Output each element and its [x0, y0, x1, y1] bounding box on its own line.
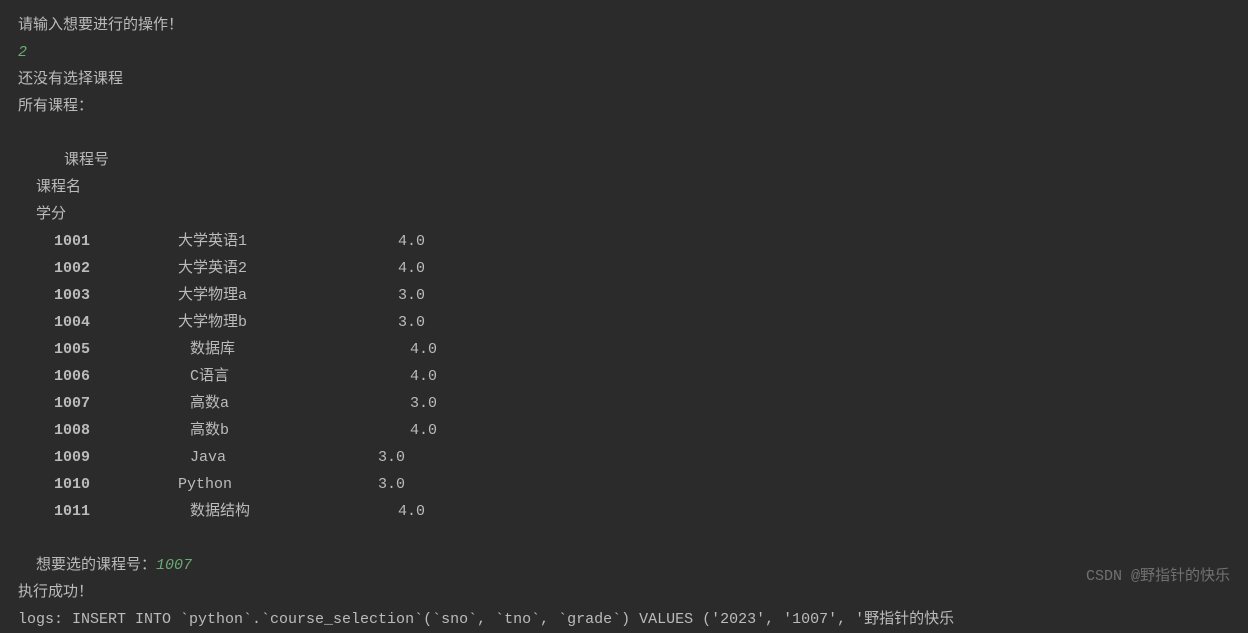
- course-name: 大学物理a: [178, 282, 378, 309]
- course-credit: 3.0: [378, 282, 425, 309]
- course-credit: 4.0: [378, 228, 425, 255]
- course-name: C语言: [178, 363, 378, 390]
- course-credit: 3.0: [378, 309, 425, 336]
- header-course-id: 课程号: [36, 147, 196, 174]
- table-row: 1006C语言4.0: [18, 363, 1230, 390]
- table-row: 1008高数b4.0: [18, 417, 1230, 444]
- course-id: 1009: [18, 444, 178, 471]
- all-courses-label: 所有课程：: [18, 93, 1230, 120]
- table-row: 1004大学物理b3.0: [18, 309, 1230, 336]
- course-name: 高数a: [178, 390, 378, 417]
- course-name: Python: [178, 471, 378, 498]
- course-credit: 4.0: [378, 255, 425, 282]
- header-credit: 学分: [36, 201, 66, 228]
- course-credit: 3.0: [378, 471, 405, 498]
- table-row: 1010Python3.0: [18, 471, 1230, 498]
- course-name: 数据库: [178, 336, 378, 363]
- prompt-operation: 请输入想要进行的操作！: [18, 12, 1230, 39]
- course-id: 1010: [18, 471, 178, 498]
- course-id: 1008: [18, 417, 178, 444]
- course-name: 大学英语1: [178, 228, 378, 255]
- course-name: Java: [178, 444, 378, 471]
- header-course-name: 课程名: [36, 174, 236, 201]
- log-line: logs: INSERT INTO `python`.`course_selec…: [18, 606, 1230, 633]
- table-row: 1009Java3.0: [18, 444, 1230, 471]
- course-name: 大学英语2: [178, 255, 378, 282]
- course-credit: 3.0: [378, 444, 405, 471]
- course-id: 1007: [18, 390, 178, 417]
- success-msg: 执行成功！: [18, 579, 1230, 606]
- course-id: 1005: [18, 336, 178, 363]
- course-credit: 4.0: [378, 498, 425, 525]
- table-header: 课程号 课程名 学分: [18, 120, 1230, 228]
- course-name: 数据结构: [178, 498, 378, 525]
- course-credit: 4.0: [378, 363, 437, 390]
- select-input[interactable]: 1007: [156, 557, 192, 574]
- course-id: 1002: [18, 255, 178, 282]
- course-id: 1001: [18, 228, 178, 255]
- course-name: 大学物理b: [178, 309, 378, 336]
- no-selection-msg: 还没有选择课程: [18, 66, 1230, 93]
- watermark: CSDN @野指针的快乐: [1086, 563, 1230, 590]
- course-credit: 4.0: [378, 336, 437, 363]
- course-credit: 3.0: [378, 390, 437, 417]
- operation-input[interactable]: 2: [18, 39, 1230, 66]
- select-prompt-line: 想要选的课程号：1007: [18, 525, 1230, 579]
- table-row: 1001大学英语14.0: [18, 228, 1230, 255]
- table-row: 1003大学物理a3.0: [18, 282, 1230, 309]
- course-id: 1003: [18, 282, 178, 309]
- course-list: 1001大学英语14.01002大学英语24.01003大学物理a3.01004…: [18, 228, 1230, 525]
- course-credit: 4.0: [378, 417, 437, 444]
- course-id: 1004: [18, 309, 178, 336]
- table-row: 1005数据库4.0: [18, 336, 1230, 363]
- course-name: 高数b: [178, 417, 378, 444]
- table-row: 1007高数a3.0: [18, 390, 1230, 417]
- course-id: 1011: [18, 498, 178, 525]
- table-row: 1002大学英语24.0: [18, 255, 1230, 282]
- select-prompt: 想要选的课程号：: [36, 557, 156, 574]
- table-row: 1011数据结构4.0: [18, 498, 1230, 525]
- course-id: 1006: [18, 363, 178, 390]
